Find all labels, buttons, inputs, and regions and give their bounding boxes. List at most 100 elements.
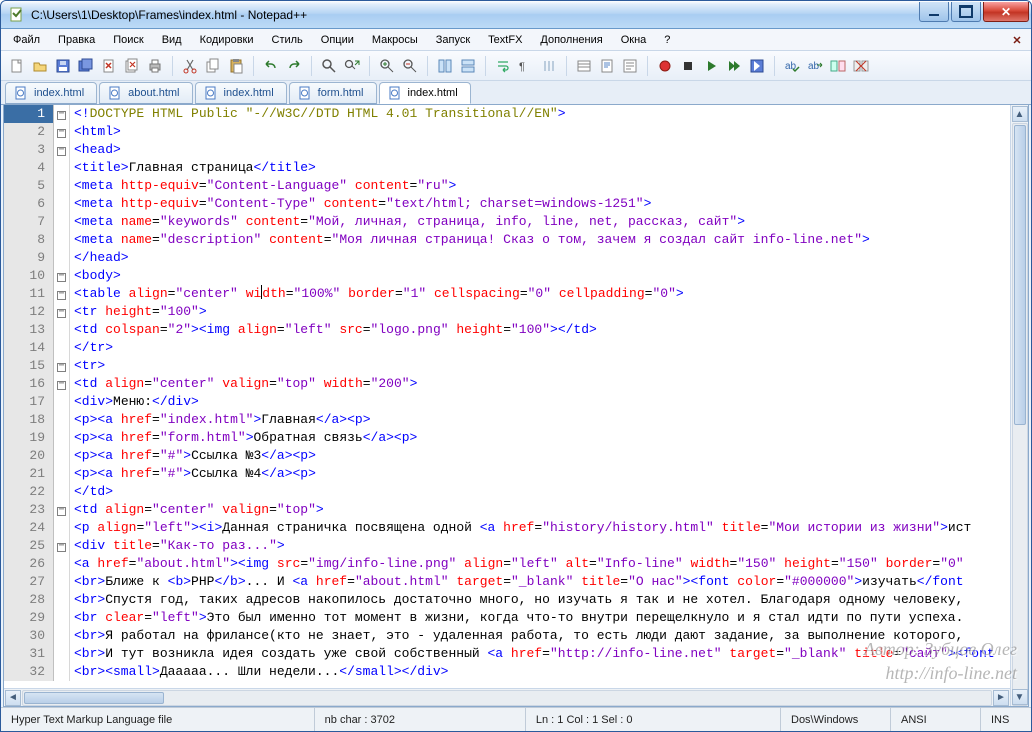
menu-item[interactable]: Запуск [428,31,478,49]
play-multi-icon[interactable] [724,56,744,76]
fold-gutter[interactable] [54,609,70,627]
fold-gutter[interactable] [54,645,70,663]
menu-item[interactable]: Окна [613,31,655,49]
fold-gutter[interactable] [54,483,70,501]
replace-icon[interactable] [342,56,362,76]
code-line[interactable]: <meta name="keywords" content="Мой, личн… [70,213,1010,231]
fold-gutter[interactable] [54,411,70,429]
doc-map-icon[interactable] [597,56,617,76]
redo-icon[interactable] [284,56,304,76]
fold-gutter[interactable] [54,177,70,195]
code-line[interactable]: <br>И тут возникла идея создать уже свой… [70,645,1010,663]
titlebar[interactable]: C:\Users\1\Desktop\Frames\index.html - N… [1,1,1031,29]
code-line[interactable]: <meta http-equiv="Content-Language" cont… [70,177,1010,195]
code-line[interactable]: <head> [70,141,1010,159]
save-macro-icon[interactable] [747,56,767,76]
fold-gutter[interactable] [54,339,70,357]
save-all-icon[interactable] [76,56,96,76]
minimize-button[interactable] [919,2,949,22]
close-all-icon[interactable] [122,56,142,76]
clear-compare-icon[interactable] [851,56,871,76]
scroll-up-arrow-icon[interactable]: ▲ [1012,106,1028,122]
fold-gutter[interactable] [54,267,70,285]
open-file-icon[interactable] [30,56,50,76]
fold-gutter[interactable] [54,627,70,645]
fold-gutter[interactable] [54,465,70,483]
fold-gutter[interactable] [54,159,70,177]
document-tab[interactable]: index.html [195,82,287,104]
play-macro-icon[interactable] [701,56,721,76]
code-line[interactable]: <br>Ближе к <b>PHP</b>... И <a href="abo… [70,573,1010,591]
code-line[interactable]: <br><small>Дааааа... Шли недели...</smal… [70,663,1010,681]
fold-gutter[interactable] [54,123,70,141]
fold-gutter[interactable] [54,141,70,159]
code-line[interactable]: <td align="center" valign="top" width="2… [70,375,1010,393]
code-line[interactable]: <br clear="left">Это был именно тот моме… [70,609,1010,627]
code-line[interactable]: <div>Меню:</div> [70,393,1010,411]
menu-item[interactable]: TextFX [480,31,530,49]
paste-icon[interactable] [226,56,246,76]
fold-gutter[interactable] [54,573,70,591]
fold-gutter[interactable] [54,231,70,249]
fold-gutter[interactable] [54,195,70,213]
code-line[interactable]: </td> [70,483,1010,501]
new-file-icon[interactable] [7,56,27,76]
fold-gutter[interactable] [54,519,70,537]
folder-icon[interactable] [574,56,594,76]
zoom-in-icon[interactable] [377,56,397,76]
zoom-out-icon[interactable] [400,56,420,76]
record-macro-icon[interactable] [655,56,675,76]
fold-gutter[interactable] [54,249,70,267]
sync-h-icon[interactable] [458,56,478,76]
fold-gutter[interactable] [54,285,70,303]
code-line[interactable]: </head> [70,249,1010,267]
fold-gutter[interactable] [54,393,70,411]
code-line[interactable]: <p align="left"><i>Данная страничка посв… [70,519,1010,537]
code-line[interactable]: <td align="center" valign="top"> [70,501,1010,519]
code-line[interactable]: <td colspan="2"><img align="left" src="l… [70,321,1010,339]
code-line[interactable]: <br>Спустя год, таких адресов накопилось… [70,591,1010,609]
code-line[interactable]: <table align="center" width="100%" borde… [70,285,1010,303]
fold-gutter[interactable] [54,105,70,123]
menu-item[interactable]: Опции [313,31,362,49]
code-line[interactable]: <div title="Как-то раз..."> [70,537,1010,555]
fold-gutter[interactable] [54,321,70,339]
fold-gutter[interactable] [54,429,70,447]
fold-gutter[interactable] [54,591,70,609]
compare-icon[interactable] [828,56,848,76]
copy-icon[interactable] [203,56,223,76]
v-scroll-thumb[interactable] [1014,125,1026,425]
code-line[interactable]: <!DOCTYPE HTML Public "-//W3C//DTD HTML … [70,105,1010,123]
maximize-button[interactable] [951,2,981,22]
code-line[interactable]: <p><a href="form.html">Обратная связь</a… [70,429,1010,447]
print-icon[interactable] [145,56,165,76]
document-tab[interactable]: form.html [289,82,377,104]
code-line[interactable]: <br>Я работал на фрилансе(кто не знает, … [70,627,1010,645]
code-line[interactable]: <a href="about.html"><img src="img/info-… [70,555,1010,573]
menu-item[interactable]: Вид [154,31,190,49]
fold-gutter[interactable] [54,501,70,519]
menu-item[interactable]: Файл [5,31,48,49]
fold-gutter[interactable] [54,537,70,555]
word-wrap-icon[interactable] [493,56,513,76]
code-line[interactable]: <meta http-equiv="Content-Type" content=… [70,195,1010,213]
stop-macro-icon[interactable] [678,56,698,76]
fold-gutter[interactable] [54,375,70,393]
document-tab[interactable]: about.html [99,82,192,104]
menu-item[interactable]: Дополнения [532,31,610,49]
code-line[interactable]: <html> [70,123,1010,141]
save-icon[interactable] [53,56,73,76]
scroll-right-arrow-icon[interactable]: ► [993,690,1009,706]
fold-gutter[interactable] [54,357,70,375]
menu-item[interactable]: Правка [50,31,103,49]
horizontal-scrollbar[interactable]: ◄ ► [4,688,1010,706]
show-all-chars-icon[interactable]: ¶ [516,56,536,76]
fold-gutter[interactable] [54,447,70,465]
fold-gutter[interactable] [54,663,70,681]
cut-icon[interactable] [180,56,200,76]
spellcheck-next-icon[interactable]: ab [805,56,825,76]
vertical-scrollbar[interactable]: ▲ ▼ [1010,105,1028,706]
scroll-left-arrow-icon[interactable]: ◄ [5,690,21,706]
code-line[interactable]: <p><a href="#">Ссылка №4</a><p> [70,465,1010,483]
code-line[interactable]: <tr height="100"> [70,303,1010,321]
